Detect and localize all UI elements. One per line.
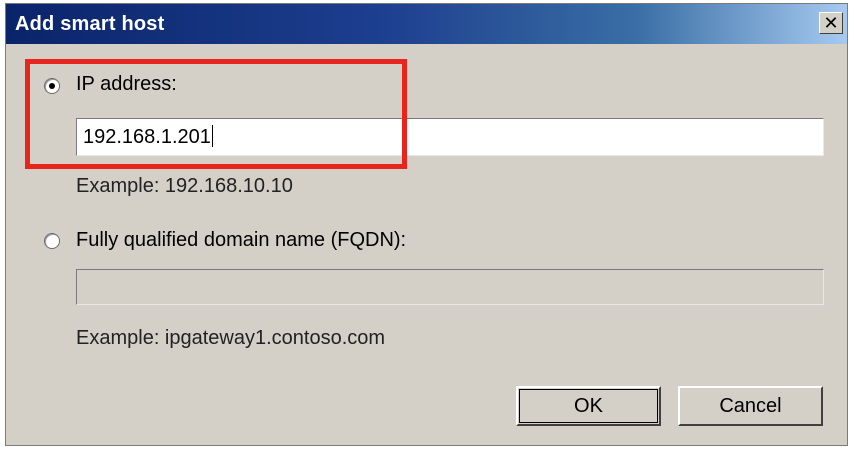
close-icon: ✕ xyxy=(823,13,839,33)
title-bar[interactable]: Add smart host ✕ xyxy=(6,4,847,44)
add-smart-host-dialog: Add smart host ✕ IP address: 192.168.1.2… xyxy=(5,3,848,446)
fqdn-input[interactable] xyxy=(76,269,824,305)
ip-address-input[interactable]: 192.168.1.201 xyxy=(76,118,824,156)
text-caret xyxy=(211,125,213,147)
ok-button-label: OK xyxy=(574,394,603,417)
ok-button[interactable]: OK xyxy=(516,386,661,426)
ip-address-radio[interactable] xyxy=(44,78,60,94)
fqdn-example: Example: ipgateway1.contoso.com xyxy=(76,327,386,349)
fqdn-radio[interactable] xyxy=(44,233,60,249)
close-button[interactable]: ✕ xyxy=(819,12,843,34)
fqdn-label: Fully qualified domain name (FQDN): xyxy=(76,229,407,251)
cancel-button-label: Cancel xyxy=(719,394,782,417)
ip-address-value: 192.168.1.201 xyxy=(83,126,211,148)
ip-address-label: IP address: xyxy=(76,73,177,95)
dialog-title: Add smart host xyxy=(15,13,165,35)
ip-address-example: Example: 192.168.10.10 xyxy=(76,175,293,197)
cancel-button[interactable]: Cancel xyxy=(678,386,823,426)
